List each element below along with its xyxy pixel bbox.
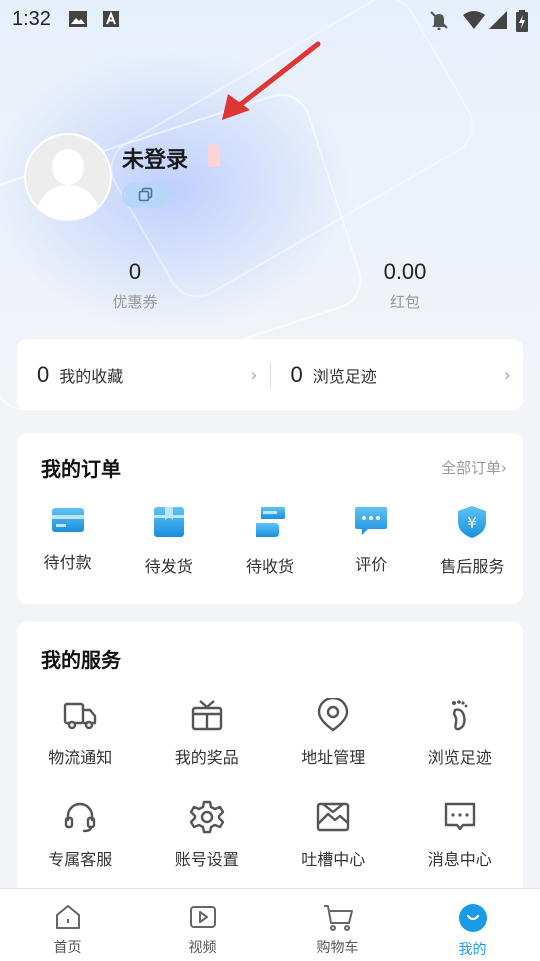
home-icon	[55, 905, 80, 929]
coupon-stat[interactable]: 0 优惠券	[65, 259, 205, 312]
service-account-settings-label: 账号设置	[174, 850, 239, 869]
service-footprint[interactable]: 浏览足迹	[397, 698, 524, 800]
gift-icon	[191, 700, 222, 731]
order-pending-payment[interactable]: 待付款	[17, 505, 118, 577]
name-marker	[208, 145, 220, 167]
order-pending-receipt[interactable]: 待收货	[219, 505, 320, 577]
copy-icon	[138, 187, 153, 202]
annotation-arrow	[222, 41, 321, 120]
chevron-right-icon: ›	[250, 365, 258, 386]
all-orders-label: 全部订单	[440, 459, 501, 477]
service-feedback-label: 吐槽中心	[301, 850, 366, 869]
tab-video-label: 视频	[188, 940, 217, 956]
tab-profile[interactable]: 我的	[405, 889, 540, 961]
quick-links-card: 0 我的收藏 › 0 浏览足迹 ›	[17, 339, 523, 410]
tab-cart-label: 购物车	[316, 940, 359, 956]
tab-home-label: 首页	[53, 940, 82, 956]
services-card: 我的服务 物流通知 我的奖品 地址管理 浏览足迹 专属客服 账号设置 吐槽中心 …	[17, 622, 523, 922]
service-customer-support[interactable]: 专属客服	[17, 800, 144, 902]
service-account-settings[interactable]: 账号设置	[144, 800, 271, 902]
service-address[interactable]: 地址管理	[270, 696, 397, 800]
status-bar: 1:32	[0, 0, 540, 36]
video-icon	[189, 906, 216, 928]
coupon-count: 0	[128, 259, 142, 284]
coupon-label: 优惠券	[112, 293, 158, 311]
tab-video[interactable]: 视频	[135, 889, 270, 961]
status-time: 1:32	[12, 8, 51, 30]
cart-icon	[323, 905, 353, 931]
tab-profile-label: 我的	[458, 942, 487, 958]
orders-title: 我的订单	[41, 457, 121, 481]
service-customer-support-label: 专属客服	[48, 850, 113, 869]
receive-icon	[256, 507, 285, 537]
order-review[interactable]: 评价	[321, 505, 422, 577]
favorites-link[interactable]: 0 我的收藏 ›	[17, 339, 270, 410]
location-icon	[318, 696, 349, 732]
chevron-right-icon: ›	[501, 459, 507, 477]
mute-icon	[428, 10, 450, 35]
gear-icon	[189, 800, 224, 834]
headset-icon	[65, 802, 96, 833]
service-footprint-label: 浏览足迹	[427, 748, 492, 767]
shield-yen-icon: ¥	[458, 506, 487, 538]
service-messages-label: 消息中心	[427, 850, 492, 869]
service-address-label: 地址管理	[301, 748, 366, 767]
history-count: 0	[290, 361, 303, 387]
wifi-icon	[462, 10, 486, 35]
redpacket-label: 红包	[389, 293, 420, 311]
avatar-head-shape	[52, 149, 84, 185]
favorites-label: 我的收藏	[59, 366, 124, 386]
bottom-tab-bar: 首页 视频 购物车 我的	[0, 888, 540, 961]
comment-icon	[355, 507, 388, 535]
copy-id-button[interactable]	[122, 182, 170, 208]
order-pending-shipment[interactable]: 待发货	[118, 505, 219, 577]
service-logistics[interactable]: 物流通知	[17, 698, 144, 800]
tab-home[interactable]: 首页	[0, 889, 135, 961]
orders-card: 我的订单 全部订单› 待付款 待发货 待收货 评价 ¥ 售后服务	[17, 433, 523, 604]
service-logistics-label: 物流通知	[48, 748, 113, 767]
chevron-right-icon: ›	[503, 365, 511, 386]
svg-text:¥: ¥	[468, 514, 478, 532]
font-icon	[102, 10, 120, 33]
order-pending-payment-label: 待付款	[43, 553, 92, 572]
avatar-body-shape	[36, 185, 100, 219]
history-label: 浏览足迹	[312, 366, 377, 386]
service-feedback[interactable]: 吐槽中心	[270, 800, 397, 902]
order-after-sales[interactable]: ¥ 售后服务	[422, 505, 523, 577]
image-icon	[317, 802, 350, 832]
redpacket-amount: 0.00	[383, 259, 427, 284]
service-prizes-label: 我的奖品	[174, 748, 239, 767]
order-after-sales-label: 售后服务	[440, 557, 505, 576]
service-prizes[interactable]: 我的奖品	[144, 698, 271, 800]
order-review-label: 评价	[355, 555, 388, 574]
message-icon	[444, 802, 475, 831]
favorites-count: 0	[37, 361, 50, 387]
avatar[interactable]	[24, 133, 112, 221]
service-messages[interactable]: 消息中心	[397, 800, 524, 902]
username[interactable]: 未登录	[122, 142, 188, 174]
box-icon	[153, 507, 184, 537]
services-title: 我的服务	[41, 648, 121, 672]
all-orders-link[interactable]: 全部订单›	[441, 457, 507, 478]
footprint-icon	[451, 700, 468, 731]
order-pending-shipment-label: 待发货	[144, 557, 193, 576]
gallery-icon	[68, 10, 88, 33]
card-icon	[51, 508, 84, 532]
truck-icon	[64, 702, 97, 730]
battery-icon	[516, 10, 528, 37]
redpacket-stat[interactable]: 0.00 红包	[335, 259, 475, 312]
tab-cart[interactable]: 购物车	[270, 889, 405, 961]
order-pending-receipt-label: 待收货	[246, 557, 295, 576]
signal-icon	[488, 10, 508, 35]
history-link[interactable]: 0 浏览足迹 ›	[271, 339, 524, 410]
profile-icon	[458, 904, 487, 932]
